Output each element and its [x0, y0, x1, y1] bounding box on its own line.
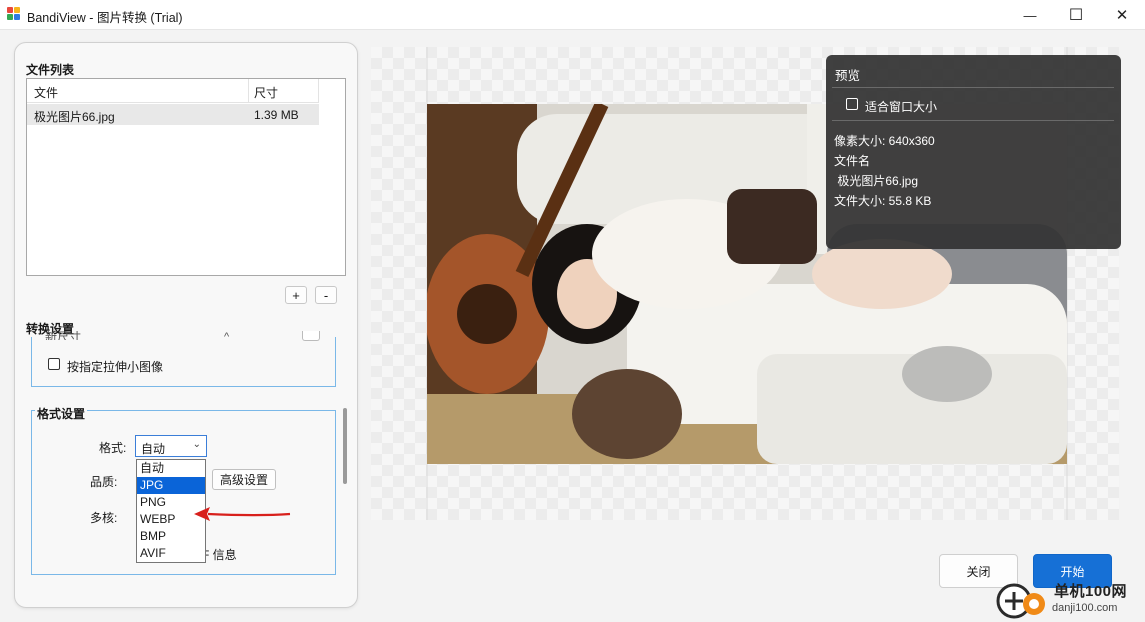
stretch-small-image-checkbox[interactable] [48, 358, 60, 370]
maximize-button[interactable]: ☐ [1053, 0, 1099, 30]
window-title: BandiView - 图片转换 (Trial) [27, 11, 183, 25]
file-list-title: 文件列表 [26, 63, 75, 77]
format-option-auto[interactable]: 自动 [137, 460, 205, 477]
chevron-down-icon: ⌄ [192, 439, 201, 450]
add-file-button[interactable]: + [285, 286, 307, 304]
stretch-small-image-label: 按指定拉伸小图像 [67, 360, 164, 374]
multicore-label: 多核: [90, 511, 118, 525]
file-name-cell: 极光图片66.jpg [34, 110, 115, 124]
format-settings-title: 格式设置 [35, 405, 88, 422]
file-size-cell: 1.39 MB [254, 108, 299, 122]
preview-title: 预览 [835, 69, 861, 83]
file-name-label: 文件名 [834, 154, 871, 168]
new-size-label: 新尺寸 [45, 331, 82, 340]
file-row[interactable]: 极光图片66.jpg 1.39 MB [27, 104, 319, 125]
close-window-button[interactable]: ✕ [1099, 0, 1145, 30]
quality-label: 品质: [90, 475, 118, 489]
pixel-size-text: 像素大小: 640x360 [834, 134, 935, 148]
metadata-label: F 信息 [202, 548, 237, 562]
preview-info-panel: 预览 适合窗口大小 像素大小: 640x360 文件名 极光图片66.jpg 文… [826, 55, 1121, 249]
watermark-url: danji100.com [1052, 602, 1118, 614]
watermark-name: 单机100网 [1054, 583, 1128, 600]
advanced-settings-button[interactable]: 高级设置 [212, 469, 276, 490]
format-option-bmp[interactable]: BMP [137, 528, 205, 545]
remove-file-button[interactable]: - [315, 286, 337, 304]
file-list-header: 文件 尺寸 [27, 79, 319, 103]
minimize-button[interactable]: — [1007, 0, 1053, 30]
watermark-icon [996, 583, 1045, 619]
collapse-button[interactable] [302, 331, 320, 341]
annotation-arrow-icon [194, 507, 291, 521]
column-header-file[interactable]: 文件 [34, 84, 58, 101]
fit-window-checkbox[interactable] [846, 98, 858, 110]
format-select[interactable]: 自动 ⌄ [135, 435, 207, 457]
app-logo-icon [7, 7, 21, 21]
format-option-jpg[interactable]: JPG [137, 477, 205, 494]
fit-window-label: 适合窗口大小 [865, 100, 938, 114]
format-label: 格式: [99, 441, 127, 455]
panel-scrollbar[interactable] [343, 408, 347, 484]
preview-file-name: 极光图片66.jpg [834, 174, 919, 188]
collapse-chevron-icon[interactable]: ^ [224, 331, 229, 343]
title-bar: BandiView - 图片转换 (Trial) — ☐ ✕ [0, 0, 1145, 30]
format-select-value: 自动 [141, 442, 166, 456]
format-option-avif[interactable]: AVIF [137, 545, 205, 562]
file-size-text: 文件大小: 55.8 KB [834, 194, 932, 208]
column-header-size[interactable]: 尺寸 [254, 84, 278, 101]
file-list-table[interactable]: 文件 尺寸 极光图片66.jpg 1.39 MB [26, 78, 346, 276]
watermark-logo: 单机100网 danji100.com [996, 578, 1145, 622]
